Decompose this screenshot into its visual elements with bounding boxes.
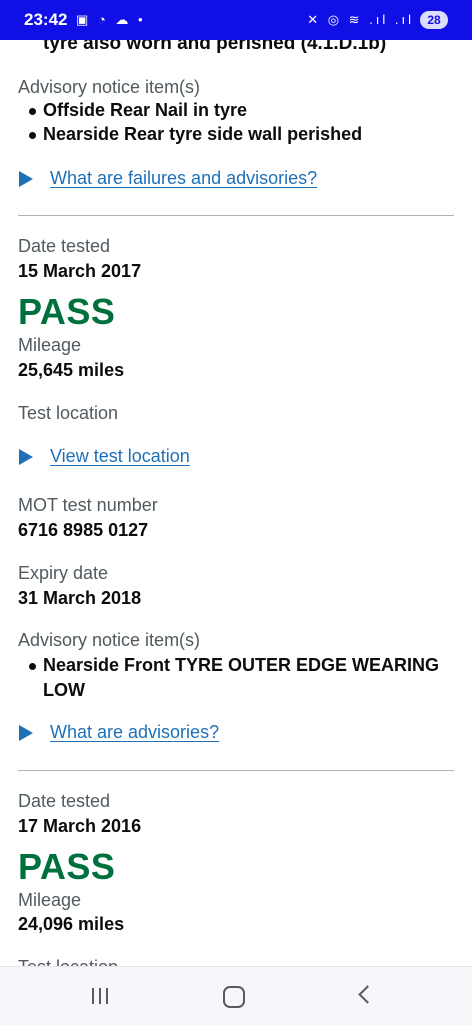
advisory-item: Nearside Rear tyre side wall perished xyxy=(43,124,363,144)
test-result-pass: PASS xyxy=(18,291,116,332)
failures-advisories-link[interactable]: What are failures and advisories? xyxy=(50,168,317,189)
status-bar: 23:42 ▣ ◔ ☁ • ✕ ◎ ≋ .ıl .ıl 28 xyxy=(0,0,472,40)
system-icons: ✕ ◎ ≋ .ıl .ıl xyxy=(307,12,414,27)
expand-triangle-icon[interactable] xyxy=(19,725,33,741)
test-result-pass: PASS xyxy=(18,846,116,887)
back-icon[interactable] xyxy=(358,985,377,1004)
notification-icons: ▣ ◔ ☁ • xyxy=(76,12,146,27)
mileage-value: 25,645 miles xyxy=(18,360,125,380)
date-tested-label: Date tested xyxy=(18,791,111,811)
mileage-label: Mileage xyxy=(18,890,82,910)
advisory-item: Offside Rear Nail in tyre xyxy=(43,100,248,120)
home-icon[interactable] xyxy=(223,986,245,1008)
expand-triangle-icon[interactable] xyxy=(19,449,33,465)
section-divider xyxy=(18,770,454,771)
advisory-item-continued: LOW xyxy=(43,680,85,700)
mileage-value: 24,096 miles xyxy=(18,914,125,934)
date-tested-value: 15 March 2017 xyxy=(18,261,142,281)
what-are-advisories-link[interactable]: What are advisories? xyxy=(50,722,219,743)
bullet-dot xyxy=(29,108,36,115)
test-location-label: Test location xyxy=(18,403,119,423)
date-tested-value: 17 March 2016 xyxy=(18,816,142,836)
advisory-label: Advisory notice item(s) xyxy=(18,77,201,97)
mileage-label: Mileage xyxy=(18,335,82,355)
recents-icon[interactable] xyxy=(92,988,110,1004)
date-tested-label: Date tested xyxy=(18,236,111,256)
clock: 23:42 xyxy=(24,10,68,29)
view-test-location-link[interactable]: View test location xyxy=(50,446,190,467)
expand-triangle-icon[interactable] xyxy=(19,171,33,187)
test-location-label: Test location xyxy=(18,957,118,966)
system-nav-bar xyxy=(0,966,472,1025)
mot-test-number-label: MOT test number xyxy=(18,495,158,515)
advisory-item: Nearside Front TYRE OUTER EDGE WEARING xyxy=(43,655,440,675)
mot-history-content: tyre also worn and perished (4.1.D.1b) A… xyxy=(0,0,472,966)
bullet-dot xyxy=(29,132,36,139)
bullet-dot xyxy=(29,663,36,670)
expiry-date-label: Expiry date xyxy=(18,563,109,583)
mot-test-number-value: 6716 8985 0127 xyxy=(18,520,149,540)
section-divider xyxy=(18,215,454,216)
expiry-date-value: 31 March 2018 xyxy=(18,588,142,608)
battery-icon: 28 xyxy=(420,11,448,29)
advisory-label: Advisory notice item(s) xyxy=(18,630,201,650)
